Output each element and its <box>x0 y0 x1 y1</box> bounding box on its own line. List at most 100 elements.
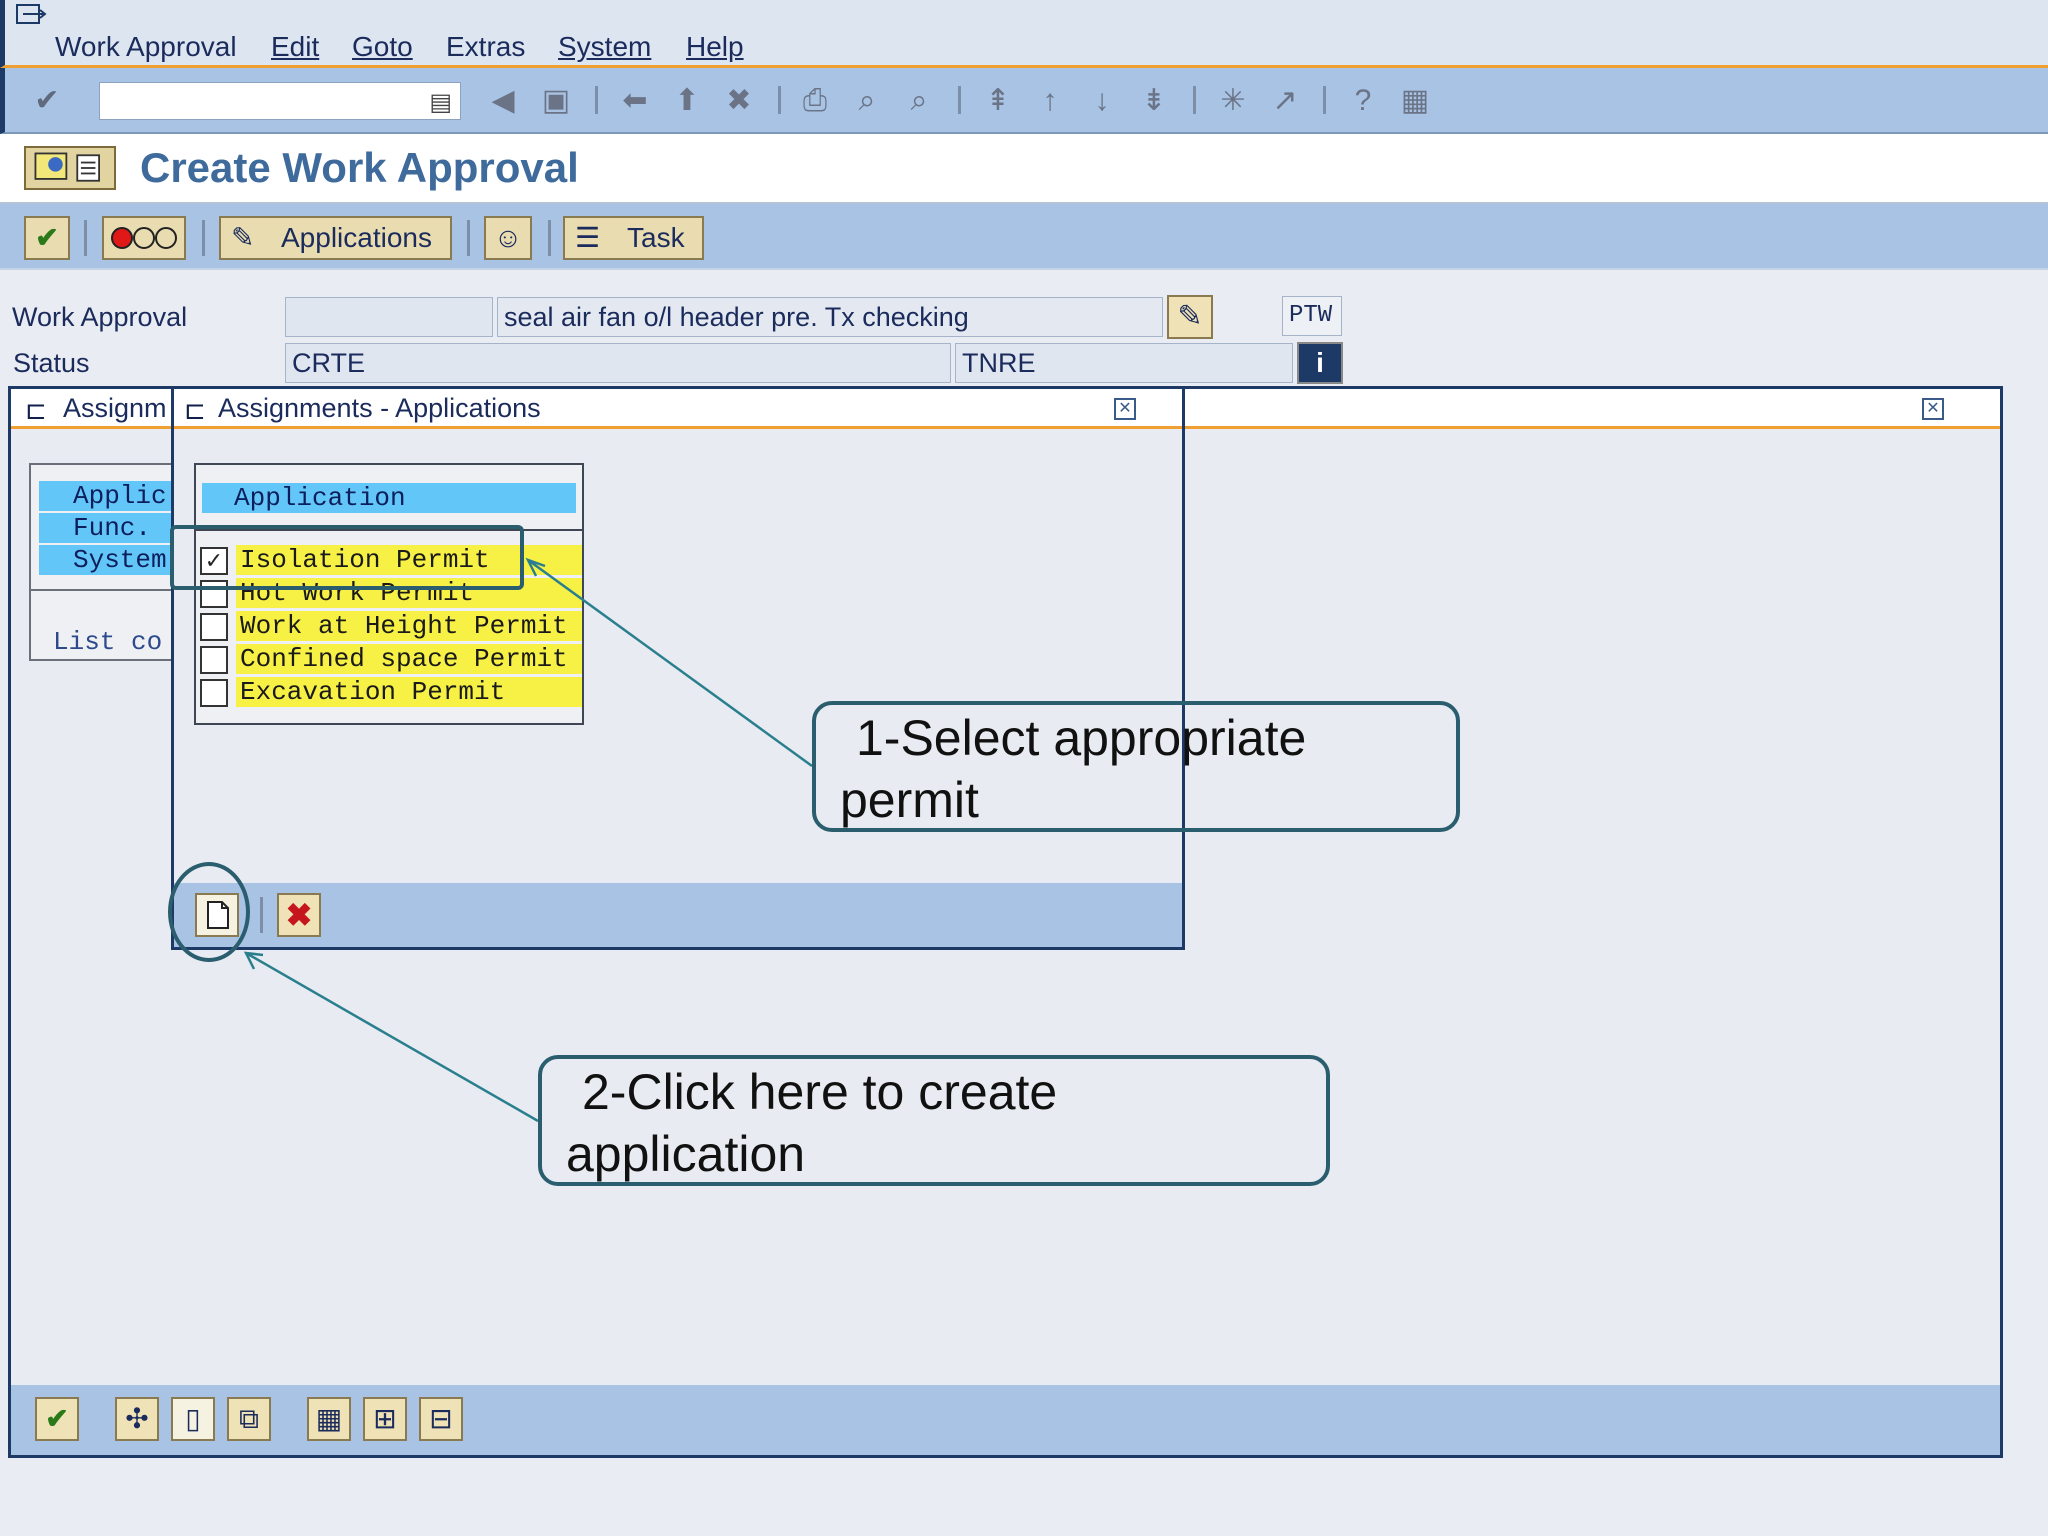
callout1-line2: permit <box>840 772 979 828</box>
info-icon: i <box>1316 347 1324 378</box>
menu-system[interactable]: System <box>558 31 651 63</box>
check-button[interactable]: ✔ <box>24 216 70 260</box>
assignments-applications-dialog: ⊏ Assignments - Applications ✕ Applicati… <box>171 386 1185 950</box>
toolbar-separator <box>958 86 961 114</box>
system-status-field: CRTE <box>285 343 951 383</box>
help-icon[interactable]: ? <box>1345 83 1381 119</box>
copy-button[interactable]: ⧉ <box>227 1397 271 1441</box>
last-page-icon[interactable]: ⇟ <box>1136 83 1172 119</box>
find-next-icon[interactable]: ⌕ <box>901 83 937 119</box>
shortcut-icon[interactable]: ↗ <box>1267 83 1303 119</box>
window-menu-icon[interactable]: ⊏ <box>184 395 206 426</box>
task-list-icon: ☰ <box>575 222 601 253</box>
application-checkbox[interactable] <box>200 613 228 641</box>
callout1-line1: 1-Select appropriate <box>856 710 1307 766</box>
application-row[interactable]: Work at Height Permit <box>198 611 582 641</box>
back-icon[interactable]: ◀ <box>485 83 521 119</box>
grid-row-applications[interactable]: Applic <box>39 481 189 511</box>
print-icon[interactable]: ⎙ <box>797 83 833 119</box>
work-approval-description-field[interactable]: seal air fan o/l header pre. Tx checking <box>497 297 1163 337</box>
work-approval-icon <box>24 146 116 190</box>
delete-row-button[interactable]: ⊟ <box>419 1397 463 1441</box>
status-info-button[interactable]: i <box>1297 342 1343 384</box>
first-page-icon[interactable]: ⇞ <box>980 83 1016 119</box>
toolbar-separator <box>467 220 470 256</box>
grid-divider <box>31 589 187 591</box>
application-label: Excavation Permit <box>236 677 582 707</box>
status-lights-button[interactable] <box>102 216 186 260</box>
cancel-x-icon: ✖ <box>285 897 313 933</box>
menu-help-label: Help <box>686 31 744 62</box>
wrench-icon: ✎ <box>231 222 255 253</box>
menu-work-approval[interactable]: Work Approval <box>55 31 237 63</box>
cancel-button[interactable]: ✖ <box>277 893 321 937</box>
user-status-field: TNRE <box>955 343 1293 383</box>
callout-select-permit: 1-Select appropriate permit <box>812 701 1460 832</box>
menu-goto-label: Goto <box>352 31 413 62</box>
applications-button[interactable]: ✎ Applications <box>219 216 452 260</box>
command-history-icon[interactable]: ▤ <box>429 88 452 117</box>
toolbar-separator <box>260 897 263 933</box>
pencil-icon: ✎ <box>1177 300 1203 333</box>
callout2-line2: application <box>566 1126 806 1182</box>
standard-toolbar: ✔ ▤ ◀ ▣ ⬅ ⬆ ✖ ⎙ ⌕ ⌕ ⇞ ↑ ↓ ⇟ ✳ ↗ ? ▦ <box>0 68 2048 134</box>
insert-row-button[interactable]: ⊞ <box>363 1397 407 1441</box>
menu-goto[interactable]: Goto <box>352 31 413 63</box>
application-column-header: Application <box>202 483 576 513</box>
toolbar-separator <box>1323 86 1326 114</box>
hierarchy-button[interactable]: ✣ <box>115 1397 159 1441</box>
menu-edit[interactable]: Edit <box>271 31 319 63</box>
menu-edit-label: Edit <box>271 31 320 62</box>
assignments-dialog-footer: ✔ ✣ ▯ ⧉ ▦ ⊞ ⊟ <box>11 1385 2000 1455</box>
application-checkbox[interactable] <box>200 646 228 674</box>
window-menu-icon[interactable]: ⊏ <box>25 395 47 426</box>
application-row[interactable]: Confined space Permit <box>198 644 582 674</box>
applications-dialog-title: Assignments - Applications <box>218 393 541 423</box>
toolbar-separator <box>548 220 551 256</box>
task-button[interactable]: ☰ Task <box>563 216 704 260</box>
people-icon: ☺ <box>493 222 523 253</box>
grid-row-systems[interactable]: System <box>39 545 189 575</box>
assignments-dialog-title: Assignm <box>63 393 167 423</box>
enter-icon[interactable]: ✔ <box>29 83 65 119</box>
status-label: Status <box>13 348 90 378</box>
confirm-button[interactable]: ✔ <box>35 1397 79 1441</box>
edit-text-button[interactable]: ✎ <box>1167 295 1213 339</box>
menu-extras[interactable]: Extras <box>446 31 525 63</box>
previous-page-icon[interactable]: ↑ <box>1032 83 1068 119</box>
toolbar-separator <box>202 220 205 256</box>
application-label: Work at Height Permit <box>236 611 582 641</box>
toolbar-separator <box>1193 86 1196 114</box>
close-icon[interactable]: ✕ <box>1114 398 1136 420</box>
table-view-button[interactable]: ▦ <box>307 1397 351 1441</box>
layout-icon[interactable]: ▦ <box>1397 83 1433 119</box>
page-title: Create Work Approval <box>140 144 579 191</box>
create-session-icon[interactable]: ✳ <box>1215 83 1251 119</box>
toolbar-separator <box>778 86 781 114</box>
new-entry-button[interactable]: ▯ <box>171 1397 215 1441</box>
work-approval-number-field[interactable] <box>285 297 493 337</box>
close-icon[interactable]: ✕ <box>1922 398 1944 420</box>
applications-button-label: Applications <box>281 222 432 253</box>
applications-dialog-titlebar: ⊏ Assignments - Applications ✕ <box>174 389 1182 429</box>
applications-dialog-footer: ✖ <box>174 883 1182 947</box>
next-page-icon[interactable]: ↓ <box>1084 83 1120 119</box>
callout2-line1: 2-Click here to create <box>582 1064 1058 1120</box>
callout-create-application: 2-Click here to create application <box>538 1055 1330 1186</box>
application-row[interactable]: Excavation Permit <box>198 677 582 707</box>
window-menu-icon[interactable] <box>15 2 49 28</box>
menu-help[interactable]: Help <box>686 31 744 63</box>
list-link[interactable]: List co <box>53 627 162 657</box>
assignments-grid: Applic Func. System List co <box>29 463 189 661</box>
partners-button[interactable]: ☺ <box>484 216 532 260</box>
menu-bar: Work Approval Edit Goto Extras System He… <box>0 0 2048 68</box>
command-field[interactable]: ▤ <box>99 82 461 120</box>
ptw-field: PTW <box>1282 296 1342 336</box>
find-icon[interactable]: ⌕ <box>849 83 885 119</box>
back-arrow-icon[interactable]: ⬅ <box>617 83 653 119</box>
save-icon[interactable]: ▣ <box>538 83 574 119</box>
grid-row-functions[interactable]: Func. <box>39 513 189 543</box>
cancel-icon[interactable]: ✖ <box>721 83 757 119</box>
exit-icon[interactable]: ⬆ <box>669 83 705 119</box>
application-checkbox[interactable] <box>200 679 228 707</box>
